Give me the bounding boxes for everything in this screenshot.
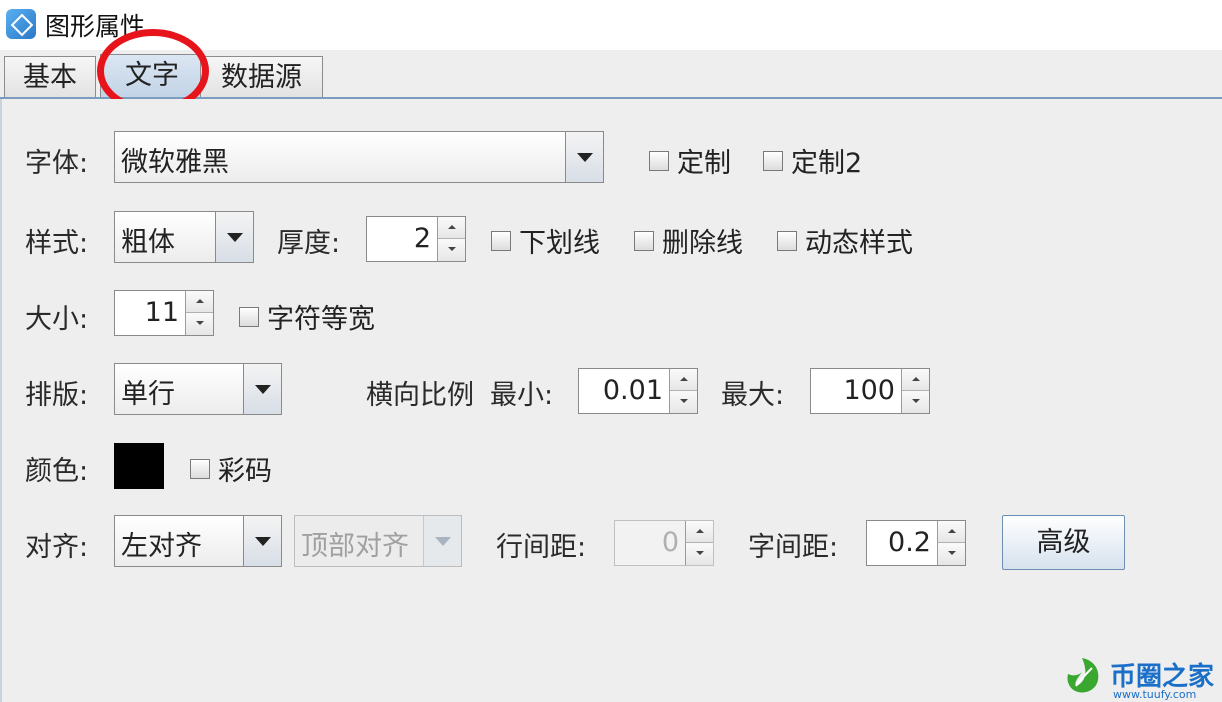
horizontal-align-select[interactable]: 左对齐 [114,515,282,567]
font-label: 字体: [25,148,89,179]
line-spacing-spinner: 0 [614,520,714,566]
style-label: 样式: [25,228,89,259]
thickness-spinner[interactable]: 2 [366,216,466,262]
strikethrough-checkbox[interactable]: 删除线 [634,221,743,260]
spin-down-icon [685,543,713,565]
checkbox-icon[interactable] [777,230,797,251]
thickness-label: 厚度: [277,228,341,259]
spin-up-icon[interactable] [669,369,697,391]
line-spacing-label: 行间距: [496,532,587,563]
strikethrough-label: 删除线 [662,228,743,259]
colorful-label: 彩码 [218,456,272,487]
advanced-button[interactable]: 高级 [1002,515,1125,570]
spin-up-icon [685,521,713,543]
max-scale-spinner[interactable]: 100 [810,368,930,414]
layout-select-value: 单行 [121,379,175,410]
scale-label: 横向比例 [366,380,474,411]
thickness-value: 2 [413,223,431,254]
app-icon [6,9,36,39]
max-scale-value: 100 [843,375,895,406]
chevron-down-icon[interactable] [215,212,253,262]
spin-down-icon[interactable] [901,391,929,413]
align-label: 对齐: [25,532,89,563]
vertical-align-select: 顶部对齐 [294,515,462,567]
spin-down-icon[interactable] [185,313,213,335]
monospace-checkbox[interactable]: 字符等宽 [239,297,375,336]
style-select[interactable]: 粗体 [114,211,254,263]
watermark-logo-icon [1067,658,1099,693]
style-select-value: 粗体 [121,227,175,258]
checkbox-icon[interactable] [239,306,259,327]
min-scale-spinner[interactable]: 0.01 [578,368,698,414]
max-label: 最大: [721,380,785,411]
underline-label: 下划线 [519,228,600,259]
char-spacing-spinner[interactable]: 0.2 [866,520,966,566]
font-select[interactable]: 微软雅黑 [114,131,604,183]
min-scale-value: 0.01 [602,375,663,406]
colorful-checkbox[interactable]: 彩码 [190,449,272,488]
checkbox-icon[interactable] [190,458,210,479]
checkbox-icon[interactable] [763,150,783,171]
chevron-down-icon [423,516,461,566]
checkbox-icon[interactable] [649,150,669,171]
underline-checkbox[interactable]: 下划线 [491,221,600,260]
horizontal-align-value: 左对齐 [121,531,202,562]
chevron-down-icon[interactable] [565,132,603,182]
dynamic-style-checkbox[interactable]: 动态样式 [777,221,913,260]
dynamic-style-label: 动态样式 [805,228,913,259]
layout-label: 排版: [25,380,89,411]
font-select-value: 微软雅黑 [121,147,229,178]
custom2-label: 定制2 [791,148,863,179]
spin-down-icon[interactable] [669,391,697,413]
spin-up-icon[interactable] [437,217,465,239]
tab-datasource[interactable]: 数据源 [200,56,323,98]
watermark-url: www.tuufy.com [1113,688,1197,701]
checkbox-icon[interactable] [491,230,511,251]
chevron-down-icon[interactable] [243,516,281,566]
monospace-label: 字符等宽 [267,304,375,335]
spin-down-icon[interactable] [437,239,465,261]
spin-up-icon[interactable] [185,291,213,313]
color-label: 颜色: [25,456,89,487]
tab-basic[interactable]: 基本 [4,56,96,98]
chevron-down-icon[interactable] [243,364,281,414]
char-spacing-value: 0.2 [888,527,931,558]
spin-up-icon[interactable] [901,369,929,391]
custom2-checkbox[interactable]: 定制2 [763,141,862,180]
custom-label: 定制 [677,148,731,179]
checkbox-icon[interactable] [634,230,654,251]
color-swatch[interactable] [114,443,164,489]
layout-select[interactable]: 单行 [114,363,282,415]
size-label: 大小: [25,304,89,335]
size-spinner[interactable]: 11 [114,290,214,336]
custom-checkbox[interactable]: 定制 [649,141,731,180]
min-label: 最小: [490,380,554,411]
char-spacing-label: 字间距: [748,532,839,563]
vertical-align-value: 顶部对齐 [301,531,409,562]
line-spacing-value: 0 [661,527,679,558]
spin-down-icon[interactable] [937,543,965,565]
spin-up-icon[interactable] [937,521,965,543]
size-value: 11 [144,297,179,328]
